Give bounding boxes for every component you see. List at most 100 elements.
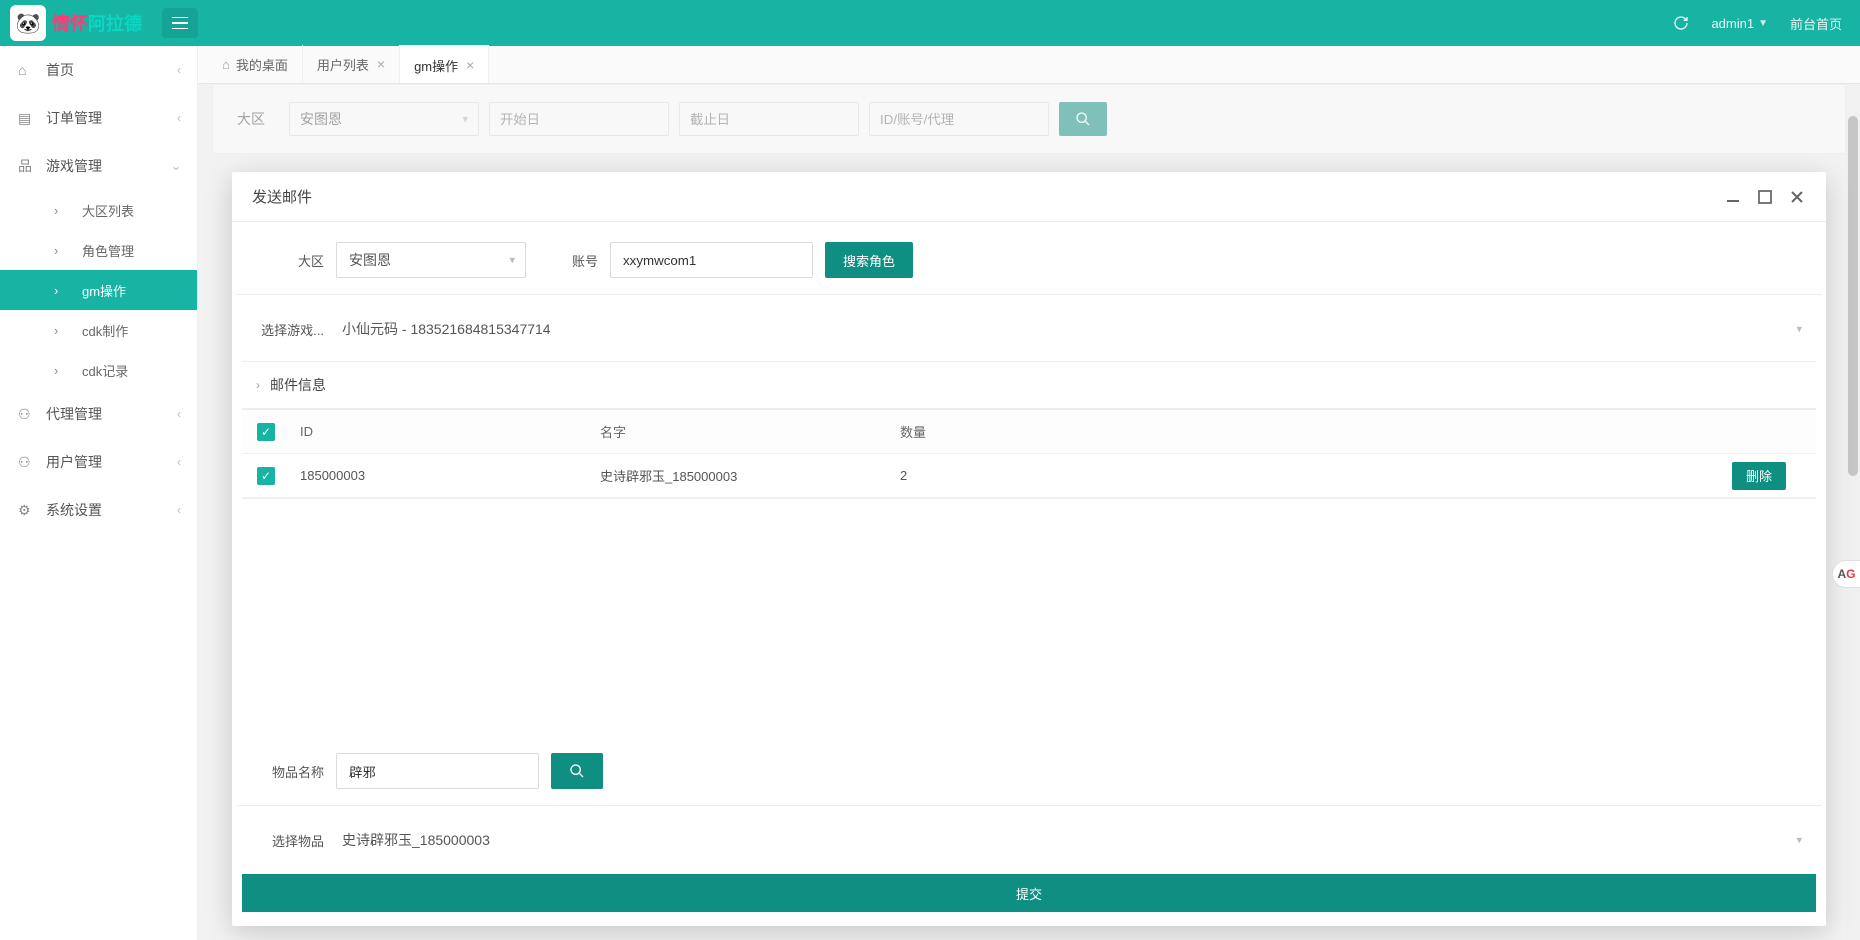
filter-bar: 大区 安图恩 ▾ [212, 84, 1846, 154]
zone-value: 安图恩 [300, 109, 342, 129]
close-icon[interactable] [1788, 188, 1806, 206]
chevron-left-icon: ‹ [177, 63, 181, 77]
end-date-input[interactable] [679, 102, 859, 136]
close-icon[interactable]: × [466, 57, 474, 73]
zone-label: 大区 [223, 109, 279, 129]
cell-name: 史诗辟邪玉_185000003 [590, 466, 890, 485]
logo: 🐼 情怀阿拉德 [0, 0, 152, 46]
home-icon: ⌂ [18, 62, 36, 78]
sidebar-label: 系统设置 [46, 500, 102, 520]
col-id: ID [290, 424, 590, 439]
chevron-right-icon: › [54, 323, 72, 338]
caret-down-icon: ▾ [509, 254, 515, 267]
sidebar-label: 用户管理 [46, 452, 102, 472]
sidebar-item-agent[interactable]: ⚇ 代理管理 ‹ [0, 390, 197, 438]
sidebar-item-user[interactable]: ⚇ 用户管理 ‹ [0, 438, 197, 486]
maximize-icon[interactable] [1756, 188, 1774, 206]
close-icon[interactable]: × [377, 56, 385, 72]
minimize-icon[interactable] [1724, 188, 1742, 206]
sidebar-label: 角色管理 [82, 241, 134, 260]
tab-label: gm操作 [414, 56, 458, 75]
tab-gm-op[interactable]: gm操作 × [400, 45, 489, 83]
floating-badge[interactable]: AG [1832, 560, 1860, 588]
chevron-left-icon: ‹ [177, 407, 181, 421]
tab-user-list[interactable]: 用户列表 × [303, 45, 400, 83]
caret-down-icon: ▾ [462, 113, 468, 126]
chevron-left-icon: ‹ [177, 111, 181, 125]
chevron-left-icon: ‹ [177, 455, 181, 469]
username-label: admin1 [1711, 16, 1754, 31]
delete-button[interactable]: 删除 [1732, 462, 1786, 490]
dialog-title: 发送邮件 [252, 186, 312, 207]
front-site-link[interactable]: 前台首页 [1790, 14, 1842, 33]
home-icon: ⌂ [222, 57, 230, 72]
sidebar-item-home[interactable]: ⌂ 首页 ‹ [0, 46, 197, 94]
sidebar-item-role-mgmt[interactable]: › 角色管理 [0, 230, 197, 270]
account-label: 账号 [538, 251, 598, 270]
table-header: ✓ ID 名字 数量 [242, 410, 1816, 454]
chevron-right-icon: › [256, 378, 260, 392]
select-game-label: 选择游戏... [246, 320, 324, 339]
sidebar-item-order[interactable]: ▤ 订单管理 ‹ [0, 94, 197, 142]
refresh-icon[interactable] [1673, 15, 1689, 31]
tabs: ⌂ 我的桌面 用户列表 × gm操作 × [198, 46, 1860, 84]
item-name-label: 物品名称 [246, 762, 324, 781]
sidebar-item-cdk-make[interactable]: › cdk制作 [0, 310, 197, 350]
cell-qty: 2 [890, 468, 1190, 483]
zone-label: 大区 [246, 251, 324, 270]
search-role-button[interactable]: 搜索角色 [825, 242, 913, 278]
caret-down-icon: ▾ [1796, 834, 1802, 847]
sidebar-label: cdk制作 [82, 321, 128, 340]
item-search-button[interactable] [551, 753, 603, 789]
cell-id: 185000003 [290, 468, 590, 483]
game-icon: 品 [18, 156, 36, 176]
mail-info-label: 邮件信息 [270, 375, 326, 395]
tab-label: 我的桌面 [236, 55, 288, 74]
item-select[interactable]: 史诗辟邪玉_185000003 ▾ [336, 822, 1812, 858]
tab-desktop[interactable]: ⌂ 我的桌面 [208, 45, 303, 83]
table-row: ✓ 185000003 史诗辟邪玉_185000003 2 删除 [242, 454, 1816, 498]
submit-button[interactable]: 提交 [242, 874, 1816, 912]
tab-label: 用户列表 [317, 55, 369, 74]
item-name-input[interactable] [336, 753, 539, 789]
row-checkbox[interactable]: ✓ [257, 467, 275, 485]
account-input[interactable] [610, 242, 813, 278]
sidebar-item-gm-op[interactable]: › gm操作 [0, 270, 197, 310]
sidebar-label: gm操作 [82, 281, 126, 300]
zone-select-value: 安图恩 [349, 250, 391, 270]
select-all-checkbox[interactable]: ✓ [257, 423, 275, 441]
chevron-right-icon: › [54, 243, 72, 258]
sidebar: ⌂ 首页 ‹ ▤ 订单管理 ‹ 品 游戏管理 ⌄ › 大区列表 › 角色管理 ›… [0, 46, 198, 940]
gear-icon: ⚙ [18, 502, 36, 519]
chevron-right-icon: › [54, 283, 72, 298]
sidebar-item-game[interactable]: 品 游戏管理 ⌄ [0, 142, 197, 190]
zone-select[interactable]: 安图恩 ▾ [289, 102, 479, 136]
caret-down-icon: ▾ [1796, 323, 1802, 336]
zone-select[interactable]: 安图恩 ▾ [336, 242, 526, 278]
sidebar-label: 代理管理 [46, 404, 102, 424]
sidebar-label: 游戏管理 [46, 156, 102, 176]
item-select-value: 史诗辟邪玉_185000003 [342, 830, 490, 850]
user-icon: ⚇ [18, 454, 36, 471]
col-qty: 数量 [890, 422, 1190, 441]
scrollbar[interactable] [1846, 114, 1860, 940]
start-date-input[interactable] [489, 102, 669, 136]
sidebar-toggle[interactable] [162, 8, 198, 38]
mail-info-header[interactable]: › 邮件信息 [242, 361, 1816, 409]
sidebar-item-zone-list[interactable]: › 大区列表 [0, 190, 197, 230]
game-select-value: 小仙元码 - 183521684815347714 [342, 319, 551, 339]
col-name: 名字 [590, 422, 890, 441]
agent-icon: ⚇ [18, 406, 36, 423]
chevron-right-icon: › [54, 203, 72, 218]
sidebar-item-cdk-record[interactable]: › cdk记录 [0, 350, 197, 390]
game-select[interactable]: 小仙元码 - 183521684815347714 ▾ [336, 311, 1812, 347]
sidebar-label: 首页 [46, 60, 74, 80]
search-input[interactable] [869, 102, 1049, 136]
scrollbar-thumb[interactable] [1848, 116, 1858, 476]
chevron-down-icon: ⌄ [171, 159, 181, 173]
search-button[interactable] [1059, 102, 1107, 136]
user-menu[interactable]: admin1 ▼ [1711, 16, 1768, 31]
sidebar-label: 订单管理 [46, 108, 102, 128]
sidebar-item-system[interactable]: ⚙ 系统设置 ‹ [0, 486, 197, 534]
topbar: 🐼 情怀阿拉德 admin1 ▼ 前台首页 [0, 0, 1860, 46]
